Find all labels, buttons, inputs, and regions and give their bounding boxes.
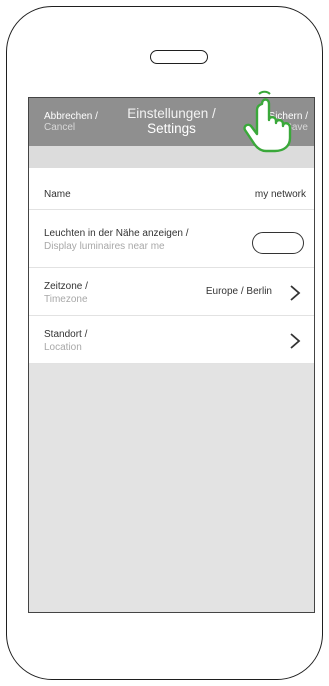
- chevron-right-icon: [290, 285, 301, 301]
- location-de: Standort /: [44, 329, 88, 340]
- timezone-en: Timezone: [44, 294, 88, 305]
- tap-hand-icon: [243, 90, 292, 153]
- display-luminaires-de: Leuchten in der Nähe anzeigen /: [44, 228, 189, 239]
- location-row[interactable]: Standort / Location: [29, 316, 314, 364]
- timezone-de: Zeitzone /: [44, 281, 88, 292]
- chevron-right-icon: [290, 333, 301, 349]
- location-label: Standort / Location: [44, 329, 87, 354]
- app-screen: Abbrechen / Cancel Einstellungen / Setti…: [28, 97, 315, 613]
- timezone-value: Europe / Berlin: [205, 286, 272, 297]
- display-luminaires-en: Display luminaires near me: [44, 241, 165, 252]
- timezone-row[interactable]: Zeitzone / Timezone Europe / Berlin: [29, 268, 314, 316]
- name-label: Name: [44, 189, 71, 200]
- phone-frame: Abbrechen / Cancel Einstellungen / Setti…: [6, 6, 323, 680]
- settings-list: Name my network Leuchten in der Nähe anz…: [29, 168, 314, 364]
- display-luminaires-label: Leuchten in der Nähe anzeigen / Display …: [44, 228, 189, 253]
- display-luminaires-row: Leuchten in der Nähe anzeigen / Display …: [29, 210, 314, 268]
- name-value[interactable]: my network: [255, 189, 306, 200]
- name-row[interactable]: Name my network: [29, 168, 314, 210]
- timezone-label: Zeitzone / Timezone: [44, 281, 88, 306]
- display-luminaires-toggle[interactable]: [252, 232, 304, 254]
- phone-speaker: [150, 50, 208, 64]
- location-en: Location: [44, 342, 82, 353]
